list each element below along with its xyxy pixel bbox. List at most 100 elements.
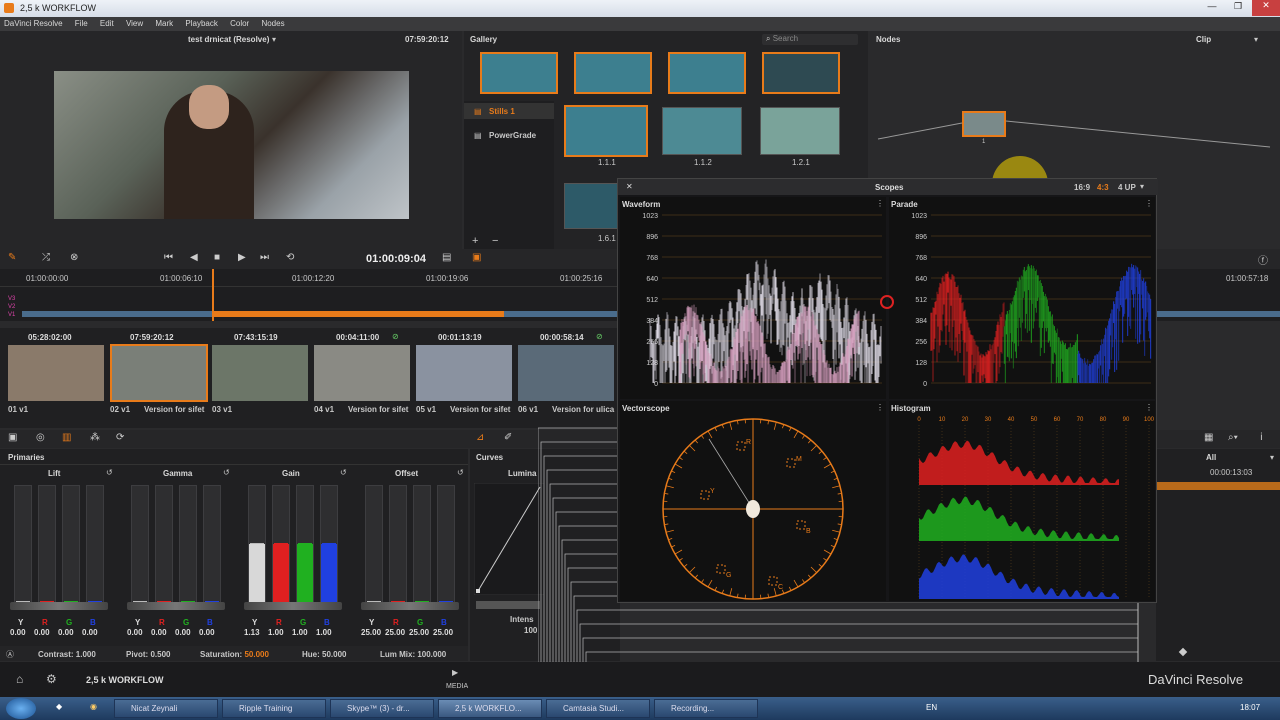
scopes-layout[interactable]: 4 UP (1118, 183, 1136, 192)
memory-thumb-c[interactable] (668, 52, 746, 94)
channel-bar[interactable] (365, 485, 383, 603)
channel-bar[interactable] (14, 485, 32, 603)
chevron-down-icon[interactable]: ▾ (272, 35, 276, 44)
info-icon[interactable]: ⅰ (1260, 432, 1263, 443)
channel-value[interactable]: 0.00 (58, 628, 74, 637)
still-thumb[interactable] (760, 107, 840, 155)
maximize-icon[interactable]: ❐ (1226, 1, 1250, 15)
viewer-clip-name[interactable]: test drnicat (Resolve) (188, 35, 269, 44)
shuffle-icon[interactable]: ⤮ (42, 252, 50, 263)
play-icon[interactable]: ▶ (238, 252, 246, 263)
master-wheel-slider[interactable] (361, 602, 459, 610)
chevron-down-icon[interactable]: ▾ (1270, 453, 1274, 462)
pinned-app-icon[interactable]: ◆ (56, 702, 62, 711)
picker-icon[interactable]: ✎ (8, 252, 16, 263)
refresh-icon[interactable]: ⟳ (116, 432, 124, 443)
home-icon[interactable]: ⌂ (16, 672, 23, 686)
channel-bar[interactable] (131, 485, 149, 603)
contrast-value[interactable]: Contrast: 1.000 (38, 650, 96, 659)
grid-icon[interactable]: ▦ (1204, 432, 1213, 443)
menu-color[interactable]: Color (230, 19, 249, 28)
channel-value[interactable]: 0.00 (10, 628, 26, 637)
play-reverse-icon[interactable]: ◀ (190, 252, 198, 263)
close-icon[interactable]: ✕ (626, 182, 633, 191)
channel-bar[interactable] (320, 485, 338, 603)
menu-mark[interactable]: Mark (155, 19, 173, 28)
viewer-image[interactable] (54, 71, 409, 219)
channel-bar[interactable] (62, 485, 80, 603)
channel-bar[interactable] (437, 485, 455, 603)
channel-bar[interactable] (248, 485, 266, 603)
memory-thumb-d[interactable] (762, 52, 840, 94)
taskbar-item[interactable]: Recording... (654, 699, 758, 718)
channel-bar[interactable] (413, 485, 431, 603)
channel-bar[interactable] (203, 485, 221, 603)
taskbar-item[interactable]: Nicat Zeynali (114, 699, 218, 718)
timeline-clip[interactable] (504, 311, 620, 317)
hue-value[interactable]: Hue: 50.000 (302, 650, 346, 659)
aspect-4x3[interactable]: 4:3 (1097, 183, 1109, 192)
fx-icon[interactable]: ⓕ (1258, 252, 1268, 267)
color-wheels-icon[interactable]: ▥ (62, 432, 71, 443)
chevron-down-icon[interactable]: ▾ (1140, 182, 1144, 191)
nodes-mode[interactable]: Clip (1196, 35, 1211, 44)
lummix-value[interactable]: Lum Mix: 100.000 (380, 650, 446, 659)
channel-value[interactable]: 0.00 (127, 628, 143, 637)
channel-value[interactable]: 25.00 (409, 628, 429, 637)
master-wheel-slider[interactable] (127, 602, 225, 610)
language-indicator[interactable]: EN (926, 703, 937, 712)
channel-value[interactable]: 1.00 (268, 628, 284, 637)
timeline-clip[interactable] (22, 311, 212, 317)
memory-thumb-b[interactable] (574, 52, 652, 94)
channel-bar[interactable] (86, 485, 104, 603)
channel-value[interactable]: 0.00 (34, 628, 50, 637)
channel-value[interactable]: 0.00 (199, 628, 215, 637)
curve-graph[interactable] (474, 483, 544, 595)
taskbar-item[interactable]: Skype™ (3) - dr... (330, 699, 434, 718)
target-icon[interactable]: ◎ (36, 432, 45, 443)
master-wheel-slider[interactable] (10, 602, 108, 610)
reset-icon[interactable]: ↺ (457, 468, 464, 477)
channel-value[interactable]: 0.00 (175, 628, 191, 637)
pinned-app-icon[interactable]: ◉ (90, 702, 97, 711)
still-thumb[interactable] (662, 107, 742, 155)
still-thumb[interactable] (564, 183, 618, 229)
menu-davinci[interactable]: DaVinci Resolve (4, 19, 63, 28)
gallery-search-input[interactable]: ⌕ Search (762, 34, 858, 45)
clip-item[interactable]: 00:00:58:14 ⊘ 06 v1 Version for ulica (516, 328, 620, 418)
timeline-view-icon[interactable]: ▤ (442, 252, 451, 263)
saturation-control[interactable]: Saturation: 50.000 (200, 650, 269, 659)
clip-item[interactable]: 00:01:13:19 05 v1 Version for sifet (414, 328, 514, 418)
master-wheel-slider[interactable] (244, 602, 342, 610)
still-thumb[interactable] (564, 105, 648, 157)
close-icon[interactable]: ✕ (1252, 0, 1280, 16)
clip-item[interactable]: 05:28:02:00 01 v1 (6, 328, 106, 418)
keyframes-filter[interactable]: All (1206, 453, 1216, 462)
reset-icon[interactable]: ↺ (340, 468, 347, 477)
intensity-slider[interactable] (476, 601, 540, 609)
more-icon[interactable]: ⋮ (876, 403, 884, 412)
zoom-icon[interactable]: ⌕▾ (1228, 432, 1238, 443)
taskbar-item-active[interactable]: 2,5 k WORKFLO... (438, 699, 542, 718)
channel-value[interactable]: 0.00 (151, 628, 167, 637)
curves-icon[interactable]: ⊿ (476, 432, 484, 443)
camera-icon[interactable]: ▣ (8, 432, 17, 443)
channel-bar[interactable] (179, 485, 197, 603)
menu-edit[interactable]: Edit (100, 19, 114, 28)
album-powergrade[interactable]: ▤ PowerGrade (464, 127, 554, 143)
channel-bar[interactable] (155, 485, 173, 603)
clip-item[interactable]: 00:04:11:00 ⊘ 04 v1 Version for sifet (312, 328, 412, 418)
timeline-clip[interactable] (1156, 311, 1280, 317)
chevron-down-icon[interactable]: ▾ (1254, 35, 1258, 44)
gear-icon[interactable]: ⚙ (46, 672, 57, 686)
media-label[interactable]: MEDIA (446, 683, 468, 690)
more-icon[interactable]: ⋮ (1145, 403, 1153, 412)
album-stills[interactable]: ▤ Stills 1 (464, 103, 554, 119)
menu-nodes[interactable]: Nodes (261, 19, 284, 28)
taskbar-item[interactable]: Ripple Training (222, 699, 326, 718)
curves-channel[interactable]: Lumina (508, 469, 536, 478)
media-icon[interactable]: ▶ (452, 668, 458, 677)
menu-file[interactable]: File (75, 19, 88, 28)
menu-view[interactable]: View (126, 19, 143, 28)
taskbar-item[interactable]: Camtasia Studi... (546, 699, 650, 718)
